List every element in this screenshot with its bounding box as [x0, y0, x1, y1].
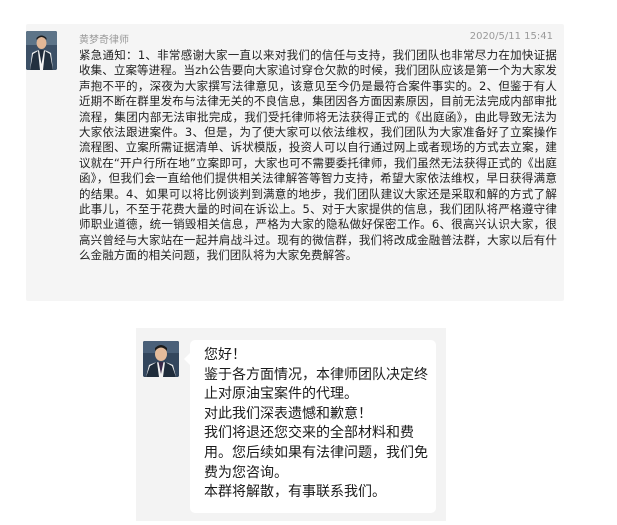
sender-name[interactable]: 黄梦奇律师 — [79, 31, 129, 46]
message-meta: 黄梦奇律师 2020/5/11 15:41 — [79, 31, 553, 46]
avatar-image — [143, 341, 179, 377]
lawyer-portrait-icon[interactable] — [143, 341, 179, 377]
bubble-tail — [184, 353, 190, 365]
notice-message-text: 您好！ 鉴于各方面情况，本律师团队决定终止对原油宝案件的代理。 对此我们深表遗憾… — [204, 347, 428, 501]
message-timestamp: 2020/5/11 15:41 — [469, 31, 553, 42]
lawyer-portrait-icon[interactable] — [26, 31, 57, 70]
group-message-text: 紧急通知：1、非常感谢大家一直以来对我们的信任与支持，我们团队也非常尽力在加快证… — [79, 48, 557, 263]
avatar-image — [26, 31, 57, 70]
